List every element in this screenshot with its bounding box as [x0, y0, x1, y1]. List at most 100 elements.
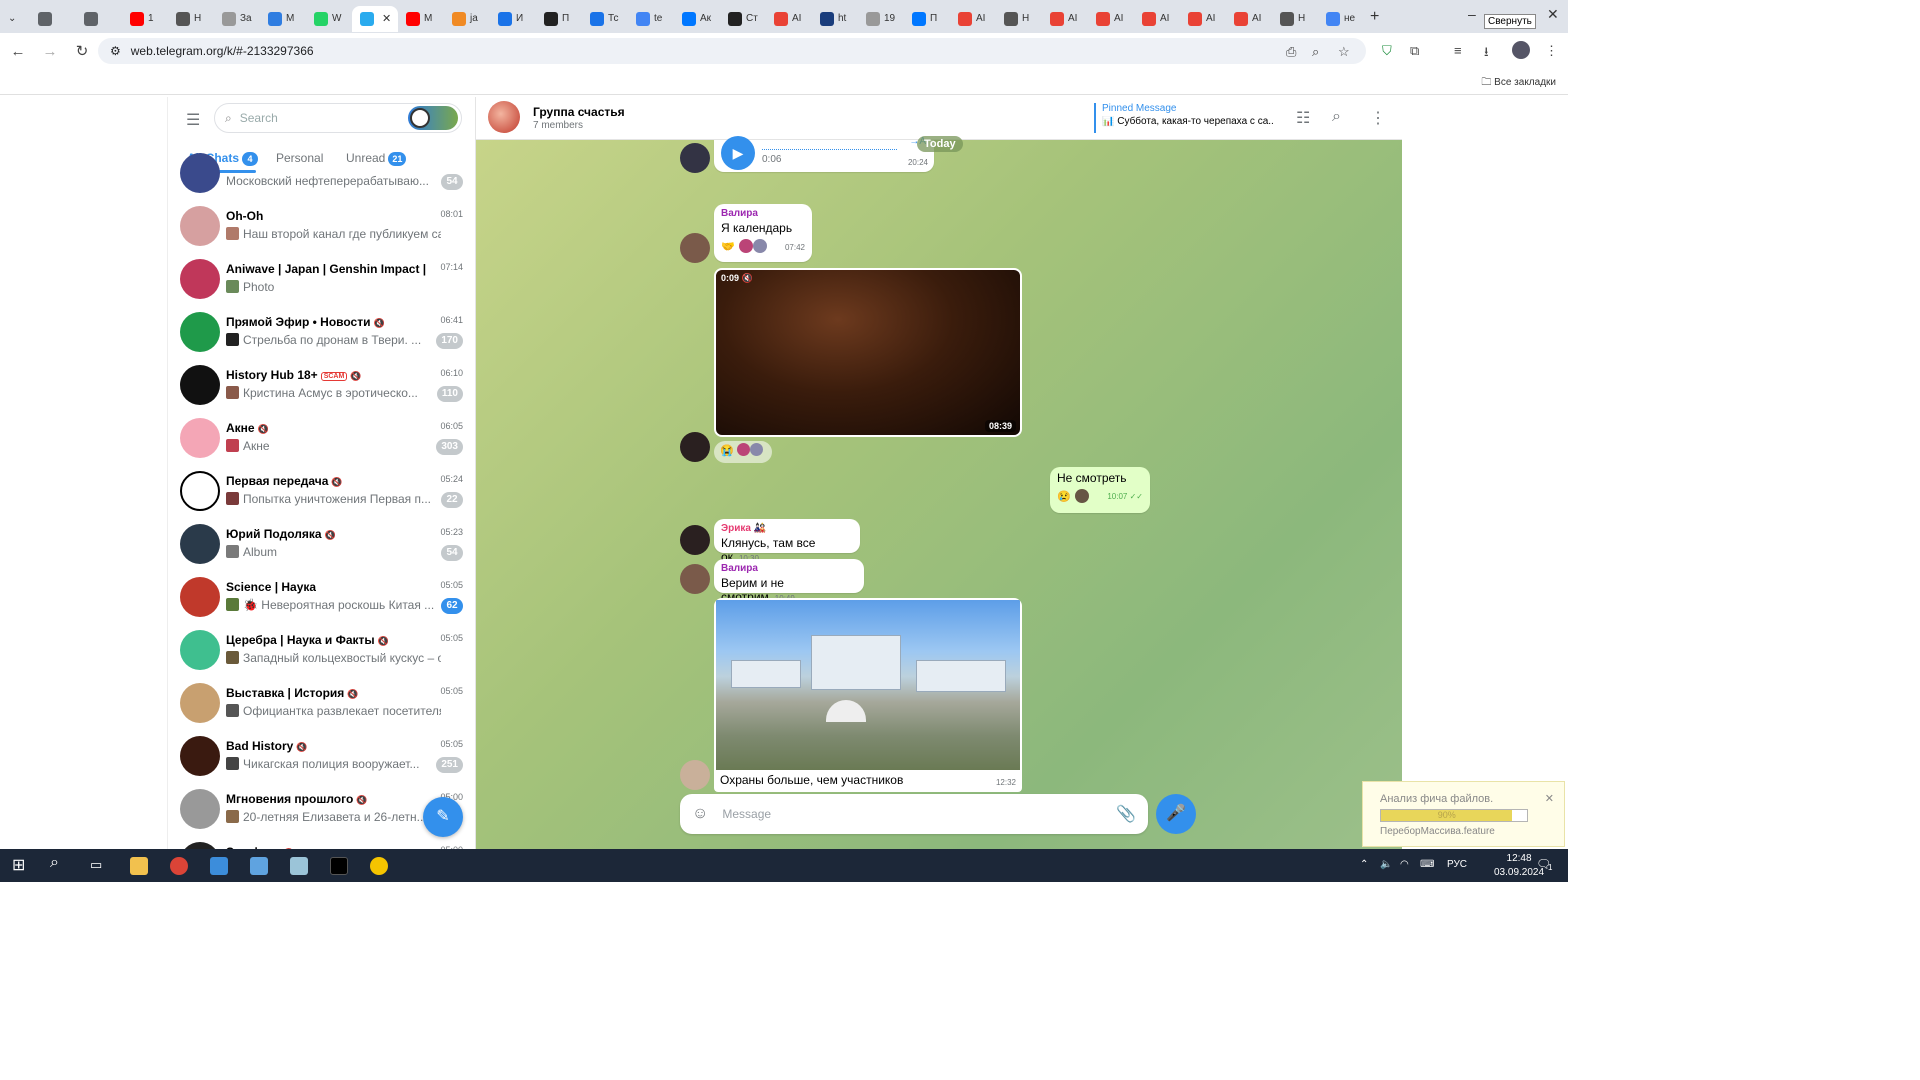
- windows-start-icon[interactable]: ⊞: [12, 855, 30, 874]
- chat-list-item[interactable]: Выставка | История 🔇 05:05 Официантка развл…: [168, 677, 475, 730]
- pinned-list-icon[interactable]: ☷: [1296, 108, 1310, 128]
- minimize-window-button[interactable]: –: [1468, 6, 1476, 22]
- browser-tab[interactable]: П: [536, 6, 582, 32]
- browser-tab[interactable]: Н: [168, 6, 214, 32]
- photo-image[interactable]: [716, 600, 1020, 770]
- voice-waveform[interactable]: [762, 142, 897, 150]
- shield-extension-icon[interactable]: ⛉: [1382, 43, 1392, 59]
- browser-tab[interactable]: te: [628, 6, 674, 32]
- user-avatar[interactable]: [680, 525, 710, 555]
- terminal-icon[interactable]: [330, 857, 348, 875]
- chat-title[interactable]: Группа счастья: [533, 105, 625, 119]
- browser-tab[interactable]: AI: [1180, 6, 1226, 32]
- chat-list-item[interactable]: History Hub 18+ SCAM 🔇 06:10 Кристина Асмус …: [168, 359, 475, 412]
- browser-tab[interactable]: [30, 6, 76, 32]
- attach-icon[interactable]: 📎: [1116, 804, 1136, 824]
- forward-button[interactable]: →: [36, 43, 64, 60]
- onec-icon[interactable]: [370, 857, 388, 875]
- taskbar-search-icon[interactable]: ⌕: [50, 854, 68, 872]
- tab-search-button[interactable]: ⌄: [0, 6, 30, 32]
- language-indicator[interactable]: РУС: [1447, 859, 1467, 870]
- browser-tab[interactable]: П: [904, 6, 950, 32]
- network-icon[interactable]: ◠: [1400, 859, 1409, 870]
- reload-button[interactable]: ↻: [68, 42, 96, 60]
- new-tab-button[interactable]: +: [1370, 8, 1379, 26]
- message-composer[interactable]: ☺ Message 📎: [680, 794, 1148, 834]
- chat-list-item[interactable]: Science | Наука 05:05 🐞 Невероятная роскош…: [168, 571, 475, 624]
- message-reactions[interactable]: 😢 10:07 ✓✓: [1057, 489, 1143, 503]
- download-icon[interactable]: ⭳: [1484, 43, 1489, 65]
- tray-chevron-icon[interactable]: ⌃: [1360, 859, 1368, 870]
- play-icon[interactable]: ▶: [721, 136, 755, 170]
- browser-tab[interactable]: AI: [1134, 6, 1180, 32]
- record-voice-button[interactable]: 🎤: [1156, 794, 1196, 834]
- tab-close-icon[interactable]: ✕: [382, 12, 391, 25]
- chat-search-icon[interactable]: ⌕: [1332, 108, 1341, 126]
- browser-tab[interactable]: ja: [444, 6, 490, 32]
- browser-tab[interactable]: AI: [1042, 6, 1088, 32]
- new-message-button[interactable]: ✎: [423, 797, 463, 837]
- back-button[interactable]: ←: [4, 43, 32, 60]
- chat-list-item[interactable]: Bad History 🔇 05:05 Чикагская полиция воору…: [168, 730, 475, 783]
- browser-tab[interactable]: AI: [766, 6, 812, 32]
- browser-tab[interactable]: И: [490, 6, 536, 32]
- browser-tab[interactable]: М: [260, 6, 306, 32]
- media-control-icon[interactable]: ≡: [1454, 43, 1462, 58]
- browser-tab[interactable]: Тс: [582, 6, 628, 32]
- browser-tab[interactable]: М: [398, 6, 444, 32]
- browser-menu-icon[interactable]: ⋮: [1545, 43, 1558, 59]
- zoom-icon[interactable]: ⌕: [1312, 44, 1319, 60]
- chat-list-item[interactable]: Церебра | Наука и Факты 🔇 05:05 Западный ко…: [168, 624, 475, 677]
- browser-tab[interactable]: [76, 6, 122, 32]
- chat-list-item[interactable]: Московский нефтеперерабатываю... 54: [168, 147, 475, 200]
- message-reactions[interactable]: 😭: [714, 441, 772, 463]
- volume-icon[interactable]: 🔈: [1380, 859, 1392, 870]
- message-reactions[interactable]: 🤝 07:42: [721, 239, 805, 253]
- muted-speaker-icon[interactable]: 🔇: [742, 273, 753, 283]
- install-app-icon[interactable]: ⎙: [1286, 44, 1296, 60]
- browser-tab[interactable]: За: [214, 6, 260, 32]
- browser-tab[interactable]: AI: [950, 6, 996, 32]
- chat-list-item[interactable]: Это факт🔇05:00: [168, 836, 475, 849]
- user-avatar[interactable]: [680, 432, 710, 462]
- site-info-icon[interactable]: ⚙: [110, 44, 121, 58]
- user-avatar[interactable]: [680, 143, 710, 173]
- chat-list-item[interactable]: Oh-Oh 08:01 Наш второй канал где публикуем…: [168, 200, 475, 253]
- toast-close-icon[interactable]: ✕: [1545, 792, 1554, 805]
- keyboard-icon[interactable]: ⌨: [1420, 859, 1434, 870]
- browser-tab[interactable]: 19: [858, 6, 904, 32]
- url-bar[interactable]: ⚙ web.telegram.org/k/#-2133297366 ⎙ ⌕ ☆: [98, 38, 1366, 64]
- browser-tab[interactable]: ht: [812, 6, 858, 32]
- user-avatar[interactable]: [680, 760, 710, 790]
- chat-list-item[interactable]: Юрий Подоляка 🔇 05:23 Album 54: [168, 518, 475, 571]
- browser-tab[interactable]: AI: [1226, 6, 1272, 32]
- chat-list-item[interactable]: Aniwave | Japan | Genshin Impact |...🔇 07…: [168, 253, 475, 306]
- browser-tab[interactable]: 1: [122, 6, 168, 32]
- group-avatar[interactable]: [488, 101, 520, 133]
- pinned-message[interactable]: Pinned Message 📊 Суббота, какая-то череп…: [1094, 103, 1274, 133]
- close-window-button[interactable]: ✕: [1547, 6, 1559, 23]
- browser-tab[interactable]: ✕: [352, 5, 398, 32]
- task-view-icon[interactable]: ▭: [90, 857, 108, 875]
- browser-tab[interactable]: Ак: [674, 6, 720, 32]
- browser-tab[interactable]: Н: [1272, 6, 1318, 32]
- browser-tab[interactable]: W: [306, 6, 352, 32]
- app-icon[interactable]: [210, 857, 228, 875]
- app-icon[interactable]: [290, 857, 308, 875]
- user-avatar[interactable]: [680, 564, 710, 594]
- theme-toggle[interactable]: [408, 106, 458, 130]
- bookmark-star-icon[interactable]: ☆: [1338, 44, 1350, 60]
- app-icon[interactable]: [250, 857, 268, 875]
- browser-tab[interactable]: Н: [996, 6, 1042, 32]
- video-message[interactable]: 0:09 🔇 08:39: [714, 268, 1022, 437]
- chat-list-item[interactable]: Первая передача 🔇 05:24 Попытка уничтожения…: [168, 465, 475, 518]
- hamburger-menu-icon[interactable]: ☰: [186, 110, 200, 130]
- browser-tab[interactable]: Ст: [720, 6, 766, 32]
- chrome-icon[interactable]: [170, 857, 188, 875]
- chat-menu-icon[interactable]: ⋮: [1370, 108, 1386, 128]
- file-explorer-icon[interactable]: [130, 857, 148, 875]
- extensions-icon[interactable]: ⧉: [1410, 43, 1419, 59]
- all-bookmarks-button[interactable]: 🗀 Все закладки: [1481, 75, 1556, 92]
- chat-list-item[interactable]: Прямой Эфир • Новости 🔇 06:41 Стрельба по д…: [168, 306, 475, 359]
- emoji-icon[interactable]: ☺: [692, 805, 708, 823]
